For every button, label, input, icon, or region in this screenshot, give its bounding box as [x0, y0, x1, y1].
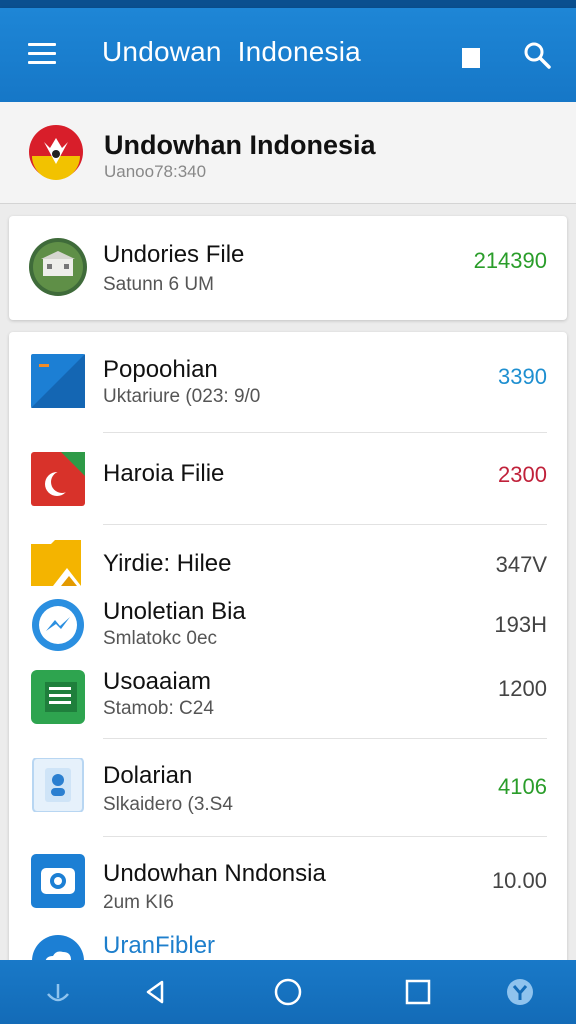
- messenger-icon: [32, 599, 84, 651]
- item-name: Undories File: [103, 241, 245, 268]
- item-value: 1200: [498, 676, 547, 701]
- list-item[interactable]: Popoohian Uktariure (023: 9/0 3390: [9, 332, 567, 432]
- item-subtitle: Slkaidero (3.S4: [103, 794, 233, 815]
- menu-icon[interactable]: [28, 43, 56, 65]
- header-title: Undowhan Indonesia: [104, 130, 376, 160]
- red-flag-icon: [31, 452, 85, 506]
- download-icon[interactable]: [42, 976, 74, 1008]
- item-subtitle: Stamob: C24: [103, 698, 214, 719]
- home-icon[interactable]: [272, 976, 304, 1008]
- featured-card[interactable]: Undories File Satunn 6 UM 214390: [9, 216, 567, 320]
- status-bar: [0, 0, 576, 8]
- list-item[interactable]: Undories File Satunn 6 UM 214390: [9, 216, 567, 320]
- item-value: 193H: [494, 612, 547, 637]
- item-name: UranFibler: [103, 932, 216, 959]
- list-item[interactable]: Unoletian Bia Smlatokc 0ec 193H: [9, 588, 567, 660]
- profile-header: Undowhan Indonesia Uanoo78:340: [0, 102, 576, 204]
- contact-card-icon: [32, 758, 84, 812]
- item-value: 4106: [498, 774, 547, 799]
- search-icon[interactable]: [522, 40, 552, 70]
- item-value: 3390: [498, 364, 547, 389]
- green-sheets-icon: [31, 670, 85, 724]
- item-subtitle: 2um KI6: [103, 892, 174, 913]
- item-name: Usoaaiam: [103, 668, 212, 695]
- item-subtitle: Satunn 6 UM: [103, 274, 214, 295]
- camera-icon: [31, 854, 85, 908]
- item-value: 214390: [473, 248, 547, 273]
- yellow-folder-icon: [31, 540, 81, 586]
- item-value: 2300: [498, 462, 547, 487]
- square-icon[interactable]: [462, 48, 480, 68]
- item-name: Undowhan Nndonsia: [103, 860, 326, 887]
- list-item[interactable]: Undowhan Nndonsia 2um KI6 10.00: [9, 836, 567, 932]
- item-name: Yirdie: Hilee: [103, 550, 232, 577]
- house-photo-icon: [29, 238, 87, 296]
- item-subtitle: Uktariure (023: 9/0: [103, 386, 261, 407]
- list-item[interactable]: Haroia Filie 2300: [9, 432, 567, 524]
- recents-icon[interactable]: [402, 976, 434, 1008]
- navigation-bar: [0, 960, 576, 1024]
- indonesia-emblem-icon: [29, 125, 83, 180]
- item-value: 10.00: [491, 868, 547, 893]
- item-value: 347V: [495, 552, 547, 577]
- item-name: Popoohian: [103, 356, 218, 383]
- file-list-card: Popoohian Uktariure (023: 9/0 3390 Haroi…: [9, 332, 567, 987]
- list-item[interactable]: Yirdie: Hilee 347V: [9, 524, 567, 592]
- item-name: Unoletian Bia: [103, 598, 246, 625]
- item-subtitle: Smlatokc 0ec: [103, 628, 218, 649]
- blue-square-icon: [31, 354, 85, 408]
- list-item[interactable]: Dolarian Slkaidero (3.S4 4106: [9, 738, 567, 836]
- app-bar: Undowan Indonesia: [0, 8, 576, 102]
- item-name: Haroia Filie: [103, 460, 225, 487]
- header-subtitle: Uanoo78:340: [104, 162, 207, 181]
- settings-icon[interactable]: [504, 976, 536, 1008]
- item-name: Dolarian: [103, 762, 193, 789]
- back-icon[interactable]: [140, 976, 172, 1008]
- list-item[interactable]: Usoaaiam Stamob: C24 1200: [9, 660, 567, 738]
- app-title: Undowan Indonesia: [102, 36, 361, 67]
